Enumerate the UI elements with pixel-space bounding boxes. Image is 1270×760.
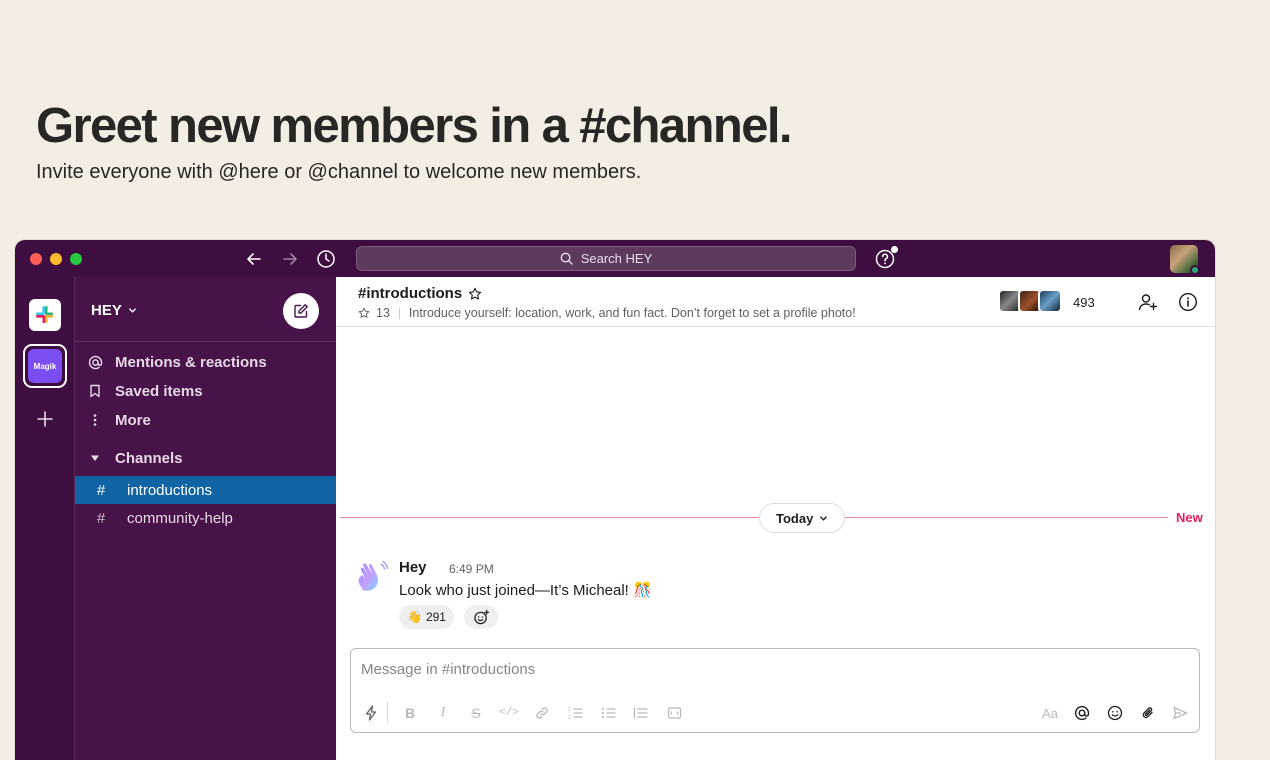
workspace-name-menu[interactable]: HEY [91, 302, 137, 319]
add-emoji-icon [473, 609, 489, 624]
member-facepile[interactable] [998, 289, 1062, 313]
titlebar: Search HEY [15, 240, 1215, 277]
star-icon[interactable] [468, 287, 482, 301]
caret-down-icon [75, 453, 115, 463]
link-icon[interactable] [531, 702, 553, 724]
day-label: Today [776, 510, 814, 526]
reaction-wave[interactable]: 👋 291 [399, 605, 454, 629]
history-clock-icon[interactable] [314, 247, 338, 271]
add-member-icon[interactable] [1136, 290, 1160, 314]
chevron-down-icon [820, 515, 828, 521]
message-text: Look who just joined—It’s Micheal! 🎊 [399, 582, 652, 599]
message-timestamp[interactable]: 6:49 PM [449, 562, 494, 576]
pinned-count[interactable]: 13 [376, 306, 390, 320]
help-notification-dot [891, 246, 898, 253]
channel-info-icon[interactable] [1176, 290, 1200, 314]
at-icon [75, 355, 115, 370]
blockquote-icon[interactable] [629, 702, 651, 724]
hash-icon: # [96, 509, 106, 527]
search-bar[interactable]: Search HEY [356, 246, 856, 271]
workspace-magik[interactable]: Magik [23, 344, 67, 388]
reaction-emoji: 👋 [407, 610, 422, 624]
back-arrow-icon[interactable] [242, 247, 266, 271]
sidebar-item-saved[interactable]: Saved items [75, 377, 336, 405]
mention-at-icon[interactable] [1071, 702, 1093, 724]
channels-section-header[interactable]: Channels [75, 444, 336, 472]
minimize-window-button[interactable] [50, 253, 62, 265]
search-placeholder: Search HEY [580, 251, 653, 266]
channel-label: introductions [127, 481, 213, 499]
new-messages-divider [340, 517, 1168, 518]
close-window-button[interactable] [30, 253, 42, 265]
attachment-icon[interactable] [1137, 702, 1159, 724]
message-author[interactable]: Hey [399, 559, 427, 576]
pin-icon [358, 307, 370, 318]
message-composer: B I S </> 12 Aa [350, 648, 1200, 733]
search-icon [560, 252, 573, 265]
sidebar-item-label: Mentions & reactions [115, 353, 267, 371]
send-icon[interactable] [1169, 702, 1191, 724]
workspace-name: HEY [91, 302, 122, 319]
new-label: New [1176, 510, 1203, 525]
channel-label: community-help [127, 509, 233, 527]
hero-title: Greet new members in a #channel. [36, 99, 792, 153]
meta-separator [398, 307, 400, 319]
strikethrough-icon[interactable]: S [465, 702, 487, 724]
sidebar-item-label: Saved items [115, 382, 203, 400]
sidebar-item-label: More [115, 411, 151, 429]
sidebar-divider [75, 341, 336, 342]
add-reaction-button[interactable] [464, 605, 498, 629]
wave-hand-avatar-icon[interactable] [354, 559, 390, 595]
message-input[interactable] [361, 661, 1181, 678]
sidebar-item-more[interactable]: More [75, 406, 336, 434]
add-workspace-plus-icon[interactable] [33, 407, 57, 431]
code-block-icon[interactable] [663, 702, 685, 724]
presence-indicator [1190, 265, 1200, 275]
member-count[interactable]: 493 [1073, 295, 1095, 310]
channel-name-button[interactable]: #introductions [358, 285, 482, 302]
channels-header-label: Channels [115, 449, 183, 467]
bold-icon[interactable]: B [399, 702, 421, 724]
workspace-tile-label: Magik [28, 349, 62, 383]
reaction-count: 291 [425, 610, 446, 624]
italic-icon[interactable]: I [432, 702, 454, 724]
svg-text:2: 2 [568, 715, 571, 720]
code-icon[interactable]: </> [498, 702, 520, 724]
hash-icon: # [96, 481, 106, 499]
numbered-list-icon[interactable]: 12 [564, 702, 586, 724]
workspace-rail: Magik [15, 277, 75, 760]
slack-window: Search HEY Magik HEY Mentions & reaction… [15, 240, 1215, 760]
slack-logo-icon[interactable] [29, 299, 61, 331]
channel-sidebar: HEY Mentions & reactions Saved items Mor… [75, 277, 336, 760]
channel-main: #introductions 13 Introduce yourself: lo… [336, 277, 1215, 760]
channel-meta: 13 Introduce yourself: location, work, a… [358, 306, 856, 320]
sidebar-item-introductions[interactable]: # introductions [75, 476, 336, 504]
chevron-down-icon [128, 308, 136, 313]
sidebar-item-mentions[interactable]: Mentions & reactions [75, 348, 336, 376]
svg-text:1: 1 [568, 707, 571, 713]
forward-arrow-icon[interactable] [278, 247, 302, 271]
hero-subtitle: Invite everyone with @here or @channel t… [36, 161, 642, 183]
shortcuts-lightning-icon[interactable] [360, 702, 382, 724]
zoom-window-button[interactable] [70, 253, 82, 265]
member-avatar [1038, 289, 1062, 313]
channel-topic: Introduce yourself: location, work, and … [408, 306, 856, 320]
day-jump-button[interactable]: Today [759, 503, 846, 533]
bookmark-icon [75, 384, 115, 398]
formatting-aa-icon[interactable]: Aa [1039, 702, 1061, 724]
emoji-icon[interactable] [1104, 702, 1126, 724]
compose-pencil-icon [294, 304, 308, 318]
channel-header: #introductions 13 Introduce yourself: lo… [336, 277, 1215, 327]
sidebar-item-community-help[interactable]: # community-help [75, 504, 336, 532]
compose-button[interactable] [283, 293, 319, 329]
more-vertical-icon [75, 413, 115, 427]
bulleted-list-icon[interactable] [597, 702, 619, 724]
channel-name: #introductions [358, 285, 463, 302]
composer-separator [387, 702, 388, 724]
